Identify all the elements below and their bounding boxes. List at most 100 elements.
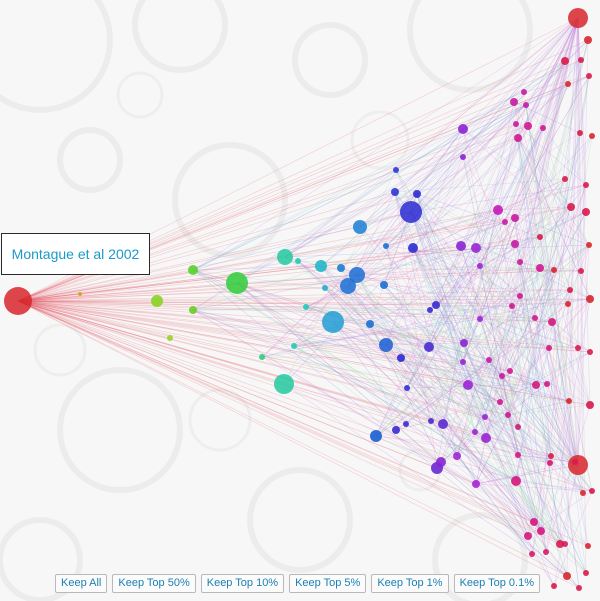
graph-node[interactable] (551, 583, 557, 589)
graph-node[interactable] (397, 354, 405, 362)
graph-node[interactable] (586, 295, 594, 303)
graph-node[interactable] (586, 401, 594, 409)
graph-node[interactable] (502, 219, 508, 225)
graph-node[interactable] (370, 430, 382, 442)
graph-node[interactable] (517, 259, 523, 265)
graph-node[interactable] (511, 476, 521, 486)
graph-node[interactable] (391, 188, 399, 196)
graph-node[interactable] (295, 258, 301, 264)
graph-node[interactable] (167, 335, 173, 341)
graph-node[interactable] (322, 311, 344, 333)
graph-node[interactable] (523, 102, 529, 108)
graph-node[interactable] (561, 57, 569, 65)
graph-node[interactable] (589, 488, 595, 494)
graph-node[interactable] (540, 125, 546, 131)
graph-node[interactable] (583, 182, 589, 188)
graph-node[interactable] (578, 57, 584, 63)
graph-node[interactable] (515, 424, 521, 430)
graph-node[interactable] (427, 307, 433, 313)
graph-node[interactable] (530, 518, 538, 526)
graph-node[interactable] (472, 480, 480, 488)
graph-node[interactable] (532, 315, 538, 321)
graph-node[interactable] (586, 73, 592, 79)
graph-node[interactable] (565, 301, 571, 307)
graph-node[interactable] (353, 220, 367, 234)
keep-top-10-button[interactable]: Keep Top 10% (200, 574, 285, 593)
graph-node[interactable] (511, 240, 519, 248)
graph-node[interactable] (432, 301, 440, 309)
keep-all-button[interactable]: Keep All (55, 574, 108, 593)
graph-node[interactable] (392, 426, 400, 434)
graph-node[interactable] (78, 292, 82, 296)
graph-node[interactable] (274, 374, 294, 394)
graph-node[interactable] (513, 121, 519, 127)
graph-node[interactable] (499, 373, 505, 379)
graph-node[interactable] (413, 190, 421, 198)
graph-node[interactable] (568, 455, 588, 475)
graph-node[interactable] (568, 8, 588, 28)
graph-node[interactable] (551, 267, 557, 273)
keep-top-01-button[interactable]: Keep Top 0.1% (453, 574, 541, 593)
graph-node[interactable] (493, 205, 503, 215)
graph-node[interactable] (481, 433, 491, 443)
graph-node[interactable] (188, 265, 198, 275)
graph-node[interactable] (584, 36, 592, 44)
graph-node[interactable] (486, 357, 492, 363)
graph-node[interactable] (453, 452, 461, 460)
graph-node[interactable] (537, 527, 545, 535)
graph-node[interactable] (497, 399, 503, 405)
keep-top-5-button[interactable]: Keep Top 5% (289, 574, 367, 593)
graph-node[interactable] (585, 543, 591, 549)
graph-node[interactable] (589, 133, 595, 139)
graph-node[interactable] (510, 98, 518, 106)
graph-node[interactable] (507, 368, 513, 374)
graph-node[interactable] (537, 234, 543, 240)
keep-top-50-button[interactable]: Keep Top 50% (112, 574, 196, 593)
graph-node[interactable] (477, 316, 483, 322)
graph-node[interactable] (556, 540, 564, 548)
graph-node[interactable] (521, 89, 527, 95)
graph-node[interactable] (505, 412, 511, 418)
graph-node[interactable] (577, 130, 583, 136)
graph-node[interactable] (400, 201, 422, 223)
graph-node[interactable] (583, 570, 589, 576)
graph-node[interactable] (303, 304, 309, 310)
graph-node[interactable] (543, 549, 549, 555)
graph-node[interactable] (436, 457, 446, 467)
graph-node[interactable] (456, 241, 466, 251)
graph-node[interactable] (383, 243, 389, 249)
graph-node[interactable] (460, 154, 466, 160)
keep-top-1-button[interactable]: Keep Top 1% (371, 574, 449, 593)
graph-node[interactable] (576, 585, 582, 591)
graph-node[interactable] (277, 249, 293, 265)
graph-node[interactable] (511, 214, 519, 222)
graph-node[interactable] (428, 418, 434, 424)
graph-node[interactable] (546, 345, 552, 351)
graph-node[interactable] (393, 167, 399, 173)
graph-node[interactable] (482, 414, 488, 420)
graph-node[interactable] (514, 134, 522, 142)
graph-node[interactable] (548, 453, 554, 459)
graph-node[interactable] (315, 260, 327, 272)
graph-node[interactable] (424, 342, 434, 352)
graph-node[interactable] (563, 572, 571, 580)
graph-node[interactable] (532, 381, 540, 389)
graph-node[interactable] (151, 295, 163, 307)
source-node[interactable] (4, 287, 32, 315)
graph-node[interactable] (403, 421, 409, 427)
graph-node[interactable] (548, 318, 556, 326)
network-graph[interactable] (0, 0, 600, 601)
graph-node[interactable] (471, 243, 481, 253)
graph-node[interactable] (524, 532, 532, 540)
graph-node[interactable] (404, 385, 410, 391)
graph-node[interactable] (379, 338, 393, 352)
graph-node[interactable] (565, 81, 571, 87)
graph-node[interactable] (291, 343, 297, 349)
graph-node[interactable] (322, 285, 328, 291)
graph-node[interactable] (259, 354, 265, 360)
graph-node[interactable] (515, 452, 521, 458)
graph-node[interactable] (536, 264, 544, 272)
graph-node[interactable] (458, 124, 468, 134)
graph-node[interactable] (562, 176, 568, 182)
graph-node[interactable] (578, 268, 584, 274)
